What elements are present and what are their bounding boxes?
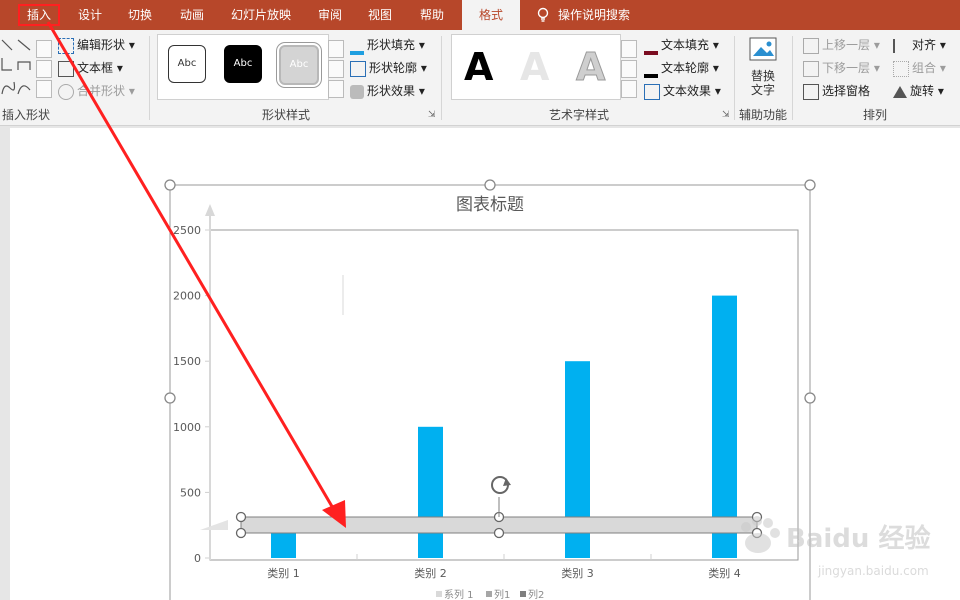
- bar-2[interactable]: [418, 426, 443, 558]
- x-tick-label: 类别 4: [708, 566, 741, 580]
- chart-title[interactable]: 图表标题: [456, 195, 524, 215]
- watermark-url: jingyan.baidu.com: [817, 564, 929, 578]
- chart-handle[interactable]: [164, 392, 176, 404]
- y-tick-label: 500: [180, 486, 201, 499]
- chart-handle[interactable]: [804, 179, 816, 191]
- y-tick-label: 0: [194, 552, 201, 565]
- bar-1[interactable]: [271, 531, 296, 558]
- legend-swatch: [436, 591, 442, 597]
- y-tick-label: 1500: [173, 355, 201, 368]
- legend-entry[interactable]: 系列 1: [444, 588, 474, 600]
- shape-handle[interactable]: [235, 527, 247, 539]
- y-tick-label: 1000: [173, 421, 201, 434]
- x-tick-label: 类别 3: [561, 566, 594, 580]
- legend-swatch: [486, 591, 492, 597]
- chart-handle[interactable]: [484, 179, 496, 191]
- y-tick-label: 2000: [173, 290, 201, 303]
- legend-entry[interactable]: 列2: [528, 588, 544, 600]
- shape-handle[interactable]: [493, 527, 505, 539]
- legend-swatch: [520, 591, 526, 597]
- chart-handle[interactable]: [804, 392, 816, 404]
- y-tick-label: 2500: [173, 224, 201, 237]
- shape-handle[interactable]: [235, 511, 247, 523]
- chart-overlay: 图表标题 0 500 1000 1500 2000 2500 类别 1 类别 2 类别 3 类别…: [46, 21, 930, 600]
- x-tick-label: 类别 2: [414, 566, 447, 580]
- chart-handle[interactable]: [164, 179, 176, 191]
- watermark-brand: Baidu 经验: [786, 523, 930, 554]
- x-tick-label: 类别 1: [267, 566, 300, 580]
- legend-entry[interactable]: 列1: [494, 588, 510, 600]
